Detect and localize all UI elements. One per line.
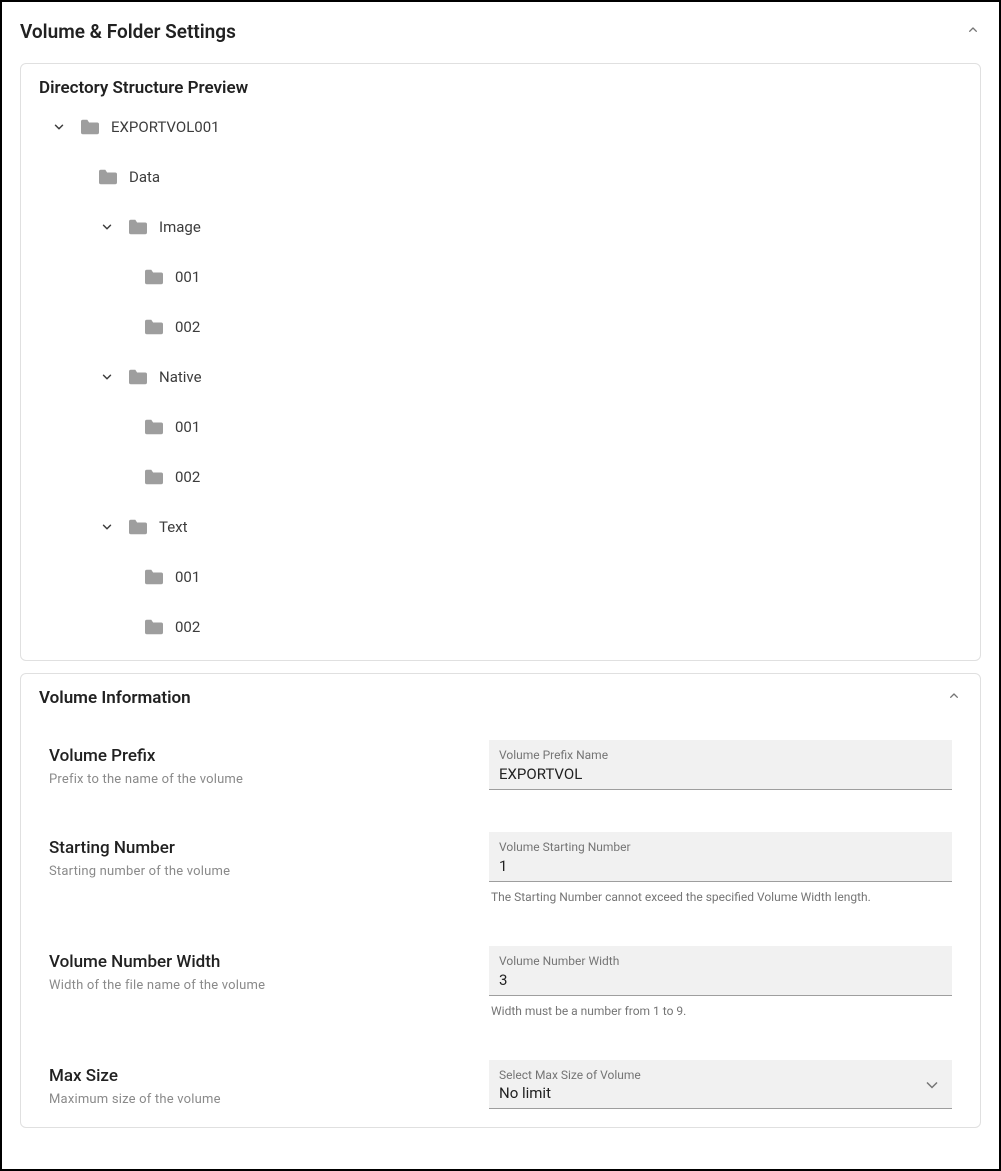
dropdown-arrow-icon (926, 1075, 938, 1094)
folder-icon (127, 218, 149, 236)
folder-icon (127, 368, 149, 386)
tree-node[interactable]: Native (49, 362, 962, 392)
page-title: Volume & Folder Settings (20, 20, 236, 43)
directory-tree: EXPORTVOL001 Data Image 001 (39, 112, 962, 642)
field-description: Width of the file name of the volume (49, 978, 459, 993)
tree-node[interactable]: 002 (49, 462, 962, 492)
field-label: Volume Number Width (49, 952, 459, 972)
tree-node[interactable]: 002 (49, 612, 962, 642)
folder-icon (143, 268, 165, 286)
directory-preview-title: Directory Structure Preview (39, 78, 962, 98)
field-description: Prefix to the name of the volume (49, 772, 459, 787)
tree-label: Native (159, 368, 202, 386)
tree-node[interactable]: 002 (49, 312, 962, 342)
number-width-input[interactable] (499, 971, 942, 989)
form-row-starting-number: Starting Number Starting number of the v… (49, 832, 952, 904)
tree-node[interactable]: Image (49, 212, 962, 242)
tree-label: 002 (175, 318, 200, 336)
folder-icon (97, 168, 119, 186)
form-row-number-width: Volume Number Width Width of the file na… (49, 946, 952, 1018)
tree-label: 001 (175, 268, 200, 286)
folder-icon (143, 568, 165, 586)
volume-prefix-input[interactable] (499, 765, 942, 783)
volume-info-panel: Volume Information Volume Prefix Prefix … (20, 673, 981, 1128)
tree-label: Data (129, 168, 160, 186)
folder-icon (127, 518, 149, 536)
field-description: Starting number of the volume (49, 864, 459, 879)
form-row-volume-prefix: Volume Prefix Prefix to the name of the … (49, 740, 952, 790)
input-float-label: Volume Prefix Name (499, 748, 942, 762)
number-width-input-wrap[interactable]: Volume Number Width (489, 946, 952, 996)
tree-label: 002 (175, 618, 200, 636)
volume-info-title: Volume Information (39, 688, 191, 708)
input-float-label: Volume Starting Number (499, 840, 942, 854)
directory-preview-panel: Directory Structure Preview EXPORTVOL001… (20, 63, 981, 661)
tree-node[interactable]: 001 (49, 412, 962, 442)
tree-label: 001 (175, 568, 200, 586)
folder-icon (143, 468, 165, 486)
folder-icon (143, 318, 165, 336)
max-size-select[interactable]: Select Max Size of Volume No limit (489, 1060, 952, 1109)
page-header: Volume & Folder Settings (20, 20, 981, 43)
starting-number-input[interactable] (499, 857, 942, 875)
field-label: Max Size (49, 1066, 459, 1086)
folder-icon (79, 118, 101, 136)
starting-number-input-wrap[interactable]: Volume Starting Number (489, 832, 952, 882)
tree-label: Image (159, 218, 201, 236)
tree-node[interactable]: Data (49, 162, 962, 192)
field-description: Maximum size of the volume (49, 1092, 459, 1107)
chevron-down-icon[interactable] (97, 520, 117, 534)
input-helper-text: Width must be a number from 1 to 9. (489, 1004, 952, 1018)
form-row-max-size: Max Size Maximum size of the volume Sele… (49, 1060, 952, 1109)
folder-icon (143, 418, 165, 436)
chevron-down-icon[interactable] (97, 220, 117, 234)
volume-prefix-input-wrap[interactable]: Volume Prefix Name (489, 740, 952, 790)
input-helper-text: The Starting Number cannot exceed the sp… (489, 890, 952, 904)
tree-node-root[interactable]: EXPORTVOL001 (49, 112, 962, 142)
chevron-down-icon[interactable] (97, 370, 117, 384)
tree-label: Text (159, 518, 188, 536)
collapse-section-icon[interactable] (965, 22, 981, 42)
tree-node[interactable]: 001 (49, 562, 962, 592)
input-float-label: Volume Number Width (499, 954, 942, 968)
tree-label: 001 (175, 418, 200, 436)
field-label: Starting Number (49, 838, 459, 858)
field-label: Volume Prefix (49, 746, 459, 766)
tree-node[interactable]: Text (49, 512, 962, 542)
folder-icon (143, 618, 165, 636)
tree-label: 002 (175, 468, 200, 486)
input-float-label: Select Max Size of Volume (499, 1068, 916, 1082)
tree-label: EXPORTVOL001 (111, 118, 220, 136)
chevron-down-icon[interactable] (49, 120, 69, 134)
tree-node[interactable]: 001 (49, 262, 962, 292)
collapse-panel-icon[interactable] (946, 688, 962, 708)
max-size-value: No limit (499, 1084, 916, 1102)
